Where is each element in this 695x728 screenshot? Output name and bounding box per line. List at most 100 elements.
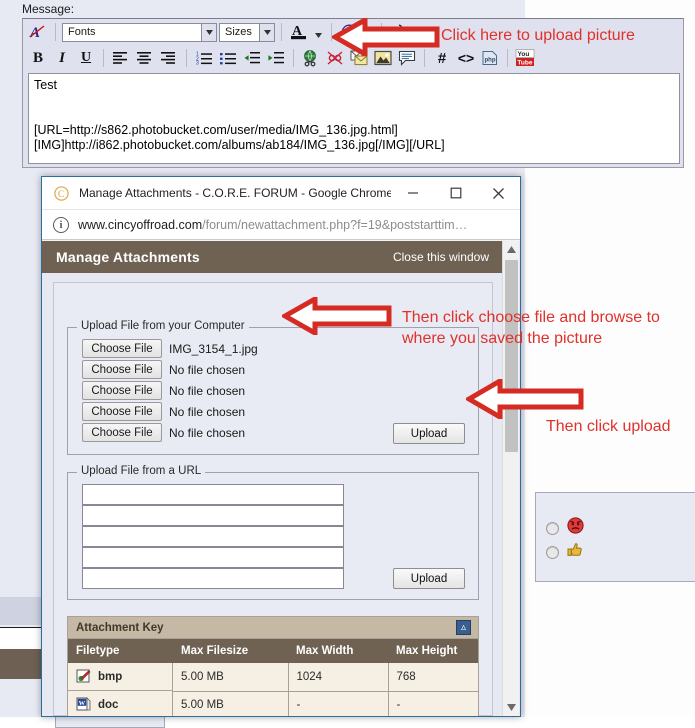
message-textarea[interactable]: Test [URL=http://s862.photobucket.com/us… (28, 73, 680, 164)
url-input-5[interactable] (82, 568, 344, 589)
cell-max-height: - (388, 691, 478, 716)
toolbar-divider (55, 23, 56, 41)
table-header-row: Filetype Max Filesize Max Width Max Heig… (68, 639, 478, 663)
minimize-button[interactable] (391, 177, 434, 209)
cell-filetype: W doc (68, 691, 173, 716)
php-button[interactable]: php (479, 47, 501, 69)
font-color-icon[interactable]: A (288, 21, 310, 43)
cell-max-filesize: 5.00 MB (173, 663, 289, 692)
bold-button[interactable]: B (27, 47, 49, 69)
file-row[interactable]: Choose File IMG_3154_1.jpg (82, 338, 258, 359)
hash-button[interactable]: # (431, 47, 453, 69)
youtube-button[interactable]: You Tube (514, 47, 536, 69)
chrome-url-bar[interactable]: i www.cincyoffroad.com/forum/newattachme… (42, 210, 520, 240)
unordered-list-button[interactable] (217, 47, 239, 69)
site-information-icon[interactable]: i (53, 216, 69, 233)
insert-email-button[interactable] (348, 47, 370, 69)
file-name-4: No file chosen (169, 404, 246, 419)
ordered-list-button[interactable]: 123 (193, 47, 215, 69)
align-left-button[interactable] (110, 47, 132, 69)
message-line-3: [URL=http://s862.photobucket.com/user/me… (34, 123, 398, 137)
scroll-up-arrow-icon[interactable] (503, 241, 519, 258)
cell-max-filesize: 5.00 MB (173, 691, 289, 716)
page-scrollbar[interactable] (502, 241, 519, 716)
message-line-4: [IMG]http://i862.photobucket.com/albums/… (34, 138, 445, 152)
toolbar-divider (293, 49, 294, 67)
code-button[interactable]: <> (455, 47, 477, 69)
choose-file-button-3[interactable]: Choose File (82, 381, 162, 400)
underline-button[interactable]: U (75, 47, 97, 69)
file-row[interactable]: Choose File No file chosen (82, 359, 258, 380)
rating-row-negative[interactable] (546, 517, 584, 539)
upload-from-computer-fieldset: Upload File from your Computer Choose Fi… (67, 320, 479, 455)
message-line-1: Test (34, 78, 57, 92)
attachment-icon[interactable] (388, 21, 410, 43)
file-name-3: No file chosen (169, 383, 246, 398)
file-row[interactable]: Choose File No file chosen (82, 401, 258, 422)
attachment-chevron-icon[interactable] (412, 22, 425, 42)
outdent-button[interactable] (241, 47, 263, 69)
file-row[interactable]: Choose File No file chosen (82, 380, 258, 401)
svg-text:C: C (58, 189, 64, 199)
upload-url-button[interactable]: Upload (393, 568, 465, 589)
rating-row-positive[interactable] (546, 541, 584, 563)
indent-button[interactable] (265, 47, 287, 69)
popup-page-viewport: Manage Attachments Close this window Upl… (42, 241, 520, 716)
attachment-key-table: Filetype Max Filesize Max Width Max Heig… (68, 639, 478, 716)
align-right-button[interactable] (158, 47, 180, 69)
cell-max-height: 768 (388, 663, 478, 692)
attachments-title: Manage Attachments (56, 249, 200, 265)
smilie-icon[interactable] (338, 21, 360, 43)
choose-file-button-2[interactable]: Choose File (82, 360, 162, 379)
upload-file-button[interactable]: Upload (393, 423, 465, 444)
svg-text:W: W (79, 700, 86, 707)
url-input-3[interactable] (82, 526, 344, 547)
image-file-icon (76, 669, 91, 684)
close-this-window-link[interactable]: Close this window (393, 250, 489, 264)
upload-from-url-fieldset: Upload File from a URL Upload (67, 465, 479, 600)
chrome-url-text: www.cincyoffroad.com/forum/newattachment… (78, 218, 467, 232)
chrome-titlebar[interactable]: C Manage Attachments - C.O.R.E. FORUM - … (42, 177, 520, 210)
file-row[interactable]: Choose File No file chosen (82, 422, 258, 443)
attachments-body: Upload File from your Computer Choose Fi… (53, 282, 493, 716)
toolbar-divider (381, 23, 382, 41)
column-max-filesize: Max Filesize (173, 639, 288, 663)
svg-text:Tube: Tube (517, 60, 532, 67)
chevron-down-icon (259, 23, 274, 41)
smilie-chevron-icon[interactable] (362, 22, 375, 42)
url-input-1[interactable] (82, 484, 344, 505)
svg-text:3: 3 (196, 61, 199, 65)
url-input-4[interactable] (82, 547, 344, 568)
url-inputs (82, 484, 344, 589)
insert-image-button[interactable] (372, 47, 394, 69)
toolbar-divider (186, 49, 187, 67)
close-button[interactable] (477, 177, 520, 209)
remove-link-button[interactable] (324, 47, 346, 69)
align-center-button[interactable] (134, 47, 156, 69)
message-editor: A Fonts Sizes A (22, 18, 684, 168)
editor-toolbar-row-1: A Fonts Sizes A (23, 19, 683, 45)
italic-button[interactable]: I (51, 47, 73, 69)
chrome-window-title: Manage Attachments - C.O.R.E. FORUM - Go… (79, 186, 391, 200)
font-family-select[interactable]: Fonts (62, 22, 217, 42)
choose-file-button-5[interactable]: Choose File (82, 423, 162, 442)
scroll-down-arrow-icon[interactable] (503, 699, 519, 716)
rating-positive-radio[interactable] (546, 545, 559, 559)
insert-link-button[interactable] (300, 47, 322, 69)
file-rows: Choose File IMG_3154_1.jpg Choose File N… (82, 338, 258, 443)
url-input-2[interactable] (82, 505, 344, 526)
thumbs-up-icon (567, 541, 584, 563)
word-file-icon: W (76, 697, 91, 712)
rating-negative-radio[interactable] (546, 521, 559, 535)
font-color-chevron-icon[interactable] (312, 22, 325, 42)
quote-button[interactable] (396, 47, 418, 69)
svg-text:You: You (518, 51, 530, 58)
scrollbar-thumb[interactable] (505, 260, 518, 452)
collapse-icon[interactable]: ▵ (456, 620, 471, 635)
remove-formatting-icon[interactable]: A (27, 21, 49, 43)
choose-file-button-1[interactable]: Choose File (82, 339, 162, 358)
font-size-select[interactable]: Sizes (219, 22, 275, 42)
toolbar-divider (507, 49, 508, 67)
maximize-button[interactable] (434, 177, 477, 209)
choose-file-button-4[interactable]: Choose File (82, 402, 162, 421)
